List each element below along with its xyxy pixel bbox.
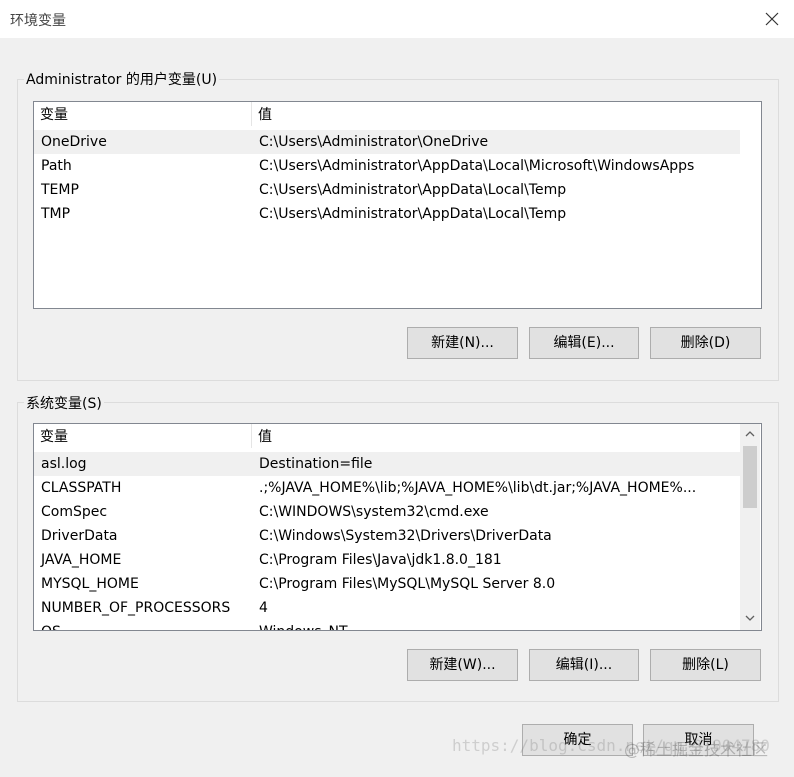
variable-value: .;%JAVA_HOME%\lib;%JAVA_HOME%\lib\dt.jar… bbox=[259, 480, 697, 496]
system-variables-label: 系统变量(S) bbox=[24, 393, 104, 413]
scroll-down-button[interactable] bbox=[740, 608, 760, 628]
title-bar: 环境变量 bbox=[0, 0, 794, 38]
user-variables-list[interactable]: 变量 值 OneDrive C:\Users\Administrator\One… bbox=[33, 101, 762, 309]
watermark-site: @稀土掘金技术社区 bbox=[624, 740, 769, 759]
variable-value: C:\Windows\System32\Drivers\DriverData bbox=[259, 528, 552, 544]
variable-name: CLASSPATH bbox=[41, 480, 122, 496]
variable-value: C:\Program Files\Java\jdk1.8.0_181 bbox=[259, 552, 502, 568]
column-header-variable[interactable]: 变量 bbox=[34, 102, 252, 126]
variable-name: OS bbox=[34, 620, 252, 630]
variable-value: C:\Program Files\MySQL\MySQL Server 8.0 bbox=[259, 576, 556, 592]
table-row[interactable]: MYSQL_HOME C:\Program Files\MySQL\MySQL … bbox=[34, 572, 740, 596]
user-edit-button[interactable]: 编辑(E)... bbox=[529, 327, 639, 359]
variable-value: 4 bbox=[259, 600, 268, 616]
variable-value: C:\Users\Administrator\AppData\Local\Tem… bbox=[259, 182, 567, 198]
table-row[interactable]: Path C:\Users\Administrator\AppData\Loca… bbox=[34, 154, 761, 178]
table-row[interactable]: TEMP C:\Users\Administrator\AppData\Loca… bbox=[34, 178, 761, 202]
user-delete-button[interactable]: 删除(D) bbox=[650, 327, 761, 359]
vertical-scrollbar[interactable] bbox=[740, 424, 760, 630]
variable-value: C:\Users\Administrator\AppData\Local\Mic… bbox=[259, 158, 695, 174]
table-row[interactable]: OS Windows_NT bbox=[34, 620, 740, 630]
table-row[interactable]: OneDrive C:\Users\Administrator\OneDrive bbox=[34, 130, 740, 154]
table-row[interactable]: CLASSPATH .;%JAVA_HOME%\lib;%JAVA_HOME%\… bbox=[34, 476, 740, 500]
chevron-up-icon bbox=[745, 431, 755, 437]
close-button[interactable] bbox=[756, 4, 788, 34]
list-header: 变量 值 bbox=[34, 102, 761, 126]
variable-name: OneDrive bbox=[41, 134, 107, 150]
user-new-button[interactable]: 新建(N)... bbox=[407, 327, 518, 359]
column-header-value[interactable]: 值 bbox=[252, 424, 272, 448]
chevron-down-icon bbox=[745, 615, 755, 621]
variable-value: C:\Users\Administrator\OneDrive bbox=[259, 134, 489, 150]
table-row[interactable]: JAVA_HOME C:\Program Files\Java\jdk1.8.0… bbox=[34, 548, 740, 572]
variable-name: DriverData bbox=[41, 528, 118, 544]
variable-name: Path bbox=[41, 158, 72, 174]
column-header-value[interactable]: 值 bbox=[252, 102, 272, 126]
user-variables-label: Administrator 的用户变量(U) bbox=[24, 69, 220, 89]
column-header-variable[interactable]: 变量 bbox=[34, 424, 252, 448]
variable-name: JAVA_HOME bbox=[41, 552, 122, 568]
table-row[interactable]: asl.log Destination=file bbox=[34, 452, 740, 476]
variable-name: ComSpec bbox=[41, 504, 108, 520]
variable-name: NUMBER_OF_PROCESSORS bbox=[41, 600, 231, 616]
variable-name: TMP bbox=[41, 206, 71, 222]
variable-value: Windows_NT bbox=[252, 620, 348, 630]
variable-name: TEMP bbox=[41, 182, 79, 198]
variable-name: MYSQL_HOME bbox=[41, 576, 139, 592]
list-header: 变量 值 bbox=[34, 424, 740, 448]
system-variables-list[interactable]: 变量 值 asl.log Destination=file CLASSPATH … bbox=[33, 423, 762, 631]
scroll-thumb[interactable] bbox=[743, 446, 757, 508]
variable-value: C:\Users\Administrator\AppData\Local\Tem… bbox=[259, 206, 567, 222]
table-row[interactable]: TMP C:\Users\Administrator\AppData\Local… bbox=[34, 202, 761, 226]
system-edit-button[interactable]: 编辑(I)... bbox=[529, 649, 639, 681]
variable-value: Destination=file bbox=[259, 456, 373, 472]
window-title: 环境变量 bbox=[10, 13, 66, 29]
system-new-button[interactable]: 新建(W)... bbox=[407, 649, 518, 681]
close-icon bbox=[765, 12, 779, 26]
table-row[interactable]: DriverData C:\Windows\System32\Drivers\D… bbox=[34, 524, 740, 548]
table-row[interactable]: NUMBER_OF_PROCESSORS 4 bbox=[34, 596, 740, 620]
table-row[interactable]: ComSpec C:\WINDOWS\system32\cmd.exe bbox=[34, 500, 740, 524]
variable-value: C:\WINDOWS\system32\cmd.exe bbox=[259, 504, 489, 520]
system-delete-button[interactable]: 删除(L) bbox=[650, 649, 761, 681]
variable-name: asl.log bbox=[41, 456, 87, 472]
scroll-up-button[interactable] bbox=[740, 424, 760, 444]
